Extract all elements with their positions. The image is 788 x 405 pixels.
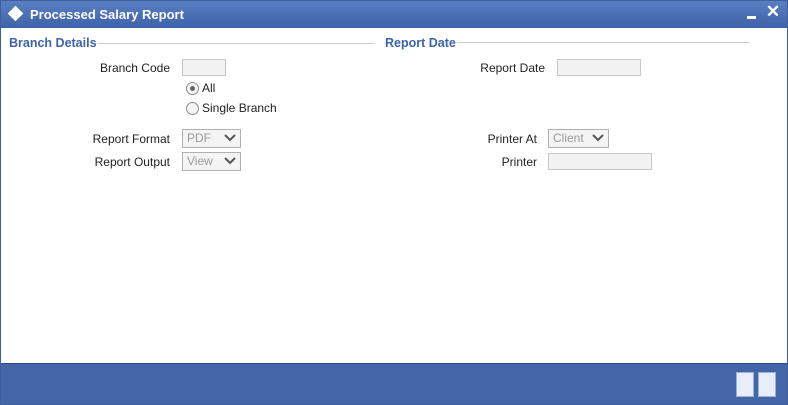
radio-single-branch[interactable]: Single Branch (186, 101, 277, 115)
window-title: Processed Salary Report (30, 7, 184, 22)
radio-single-branch-button[interactable] (186, 101, 199, 115)
report-date-divider (457, 42, 749, 43)
printer-at-label: Printer At (487, 132, 537, 146)
radio-single-branch-label: Single Branch (202, 101, 277, 115)
radio-all-button[interactable] (186, 81, 199, 95)
radio-all-label: All (202, 81, 216, 95)
title-bar[interactable]: Processed Salary Report ✕ (1, 1, 787, 28)
report-output-select[interactable]: View (182, 152, 241, 171)
minimize-button[interactable] (745, 5, 759, 23)
radio-all[interactable]: All (186, 81, 215, 95)
report-window: Processed Salary Report ✕ Branch Details… (0, 0, 788, 405)
chevron-down-icon (224, 157, 236, 165)
report-format-label: Report Format (92, 132, 170, 146)
minimize-icon (747, 16, 756, 19)
branch-details-heading: Branch Details (9, 36, 97, 50)
branch-details-divider (97, 43, 375, 44)
chevron-down-icon (224, 134, 236, 142)
close-button[interactable]: ✕ (765, 3, 781, 21)
report-format-select[interactable]: PDF (182, 129, 241, 148)
chevron-down-icon (592, 134, 604, 142)
printer-label: Printer (501, 155, 537, 169)
printer-at-select[interactable]: Client (548, 129, 609, 148)
report-output-value: View (187, 154, 213, 168)
report-format-value: PDF (187, 131, 211, 145)
printer-at-value: Client (553, 131, 584, 145)
footer-bar (1, 363, 787, 404)
printer-input[interactable] (548, 153, 652, 170)
report-output-label: Report Output (94, 155, 170, 169)
report-date-input[interactable] (557, 59, 641, 76)
diamond-icon (7, 5, 24, 22)
branch-code-label: Branch Code (99, 61, 170, 75)
report-date-label: Report Date (480, 61, 545, 75)
branch-code-input[interactable] (182, 59, 226, 76)
report-date-heading: Report Date (385, 36, 456, 50)
ok-button[interactable] (736, 372, 754, 397)
exit-button[interactable] (758, 372, 776, 397)
